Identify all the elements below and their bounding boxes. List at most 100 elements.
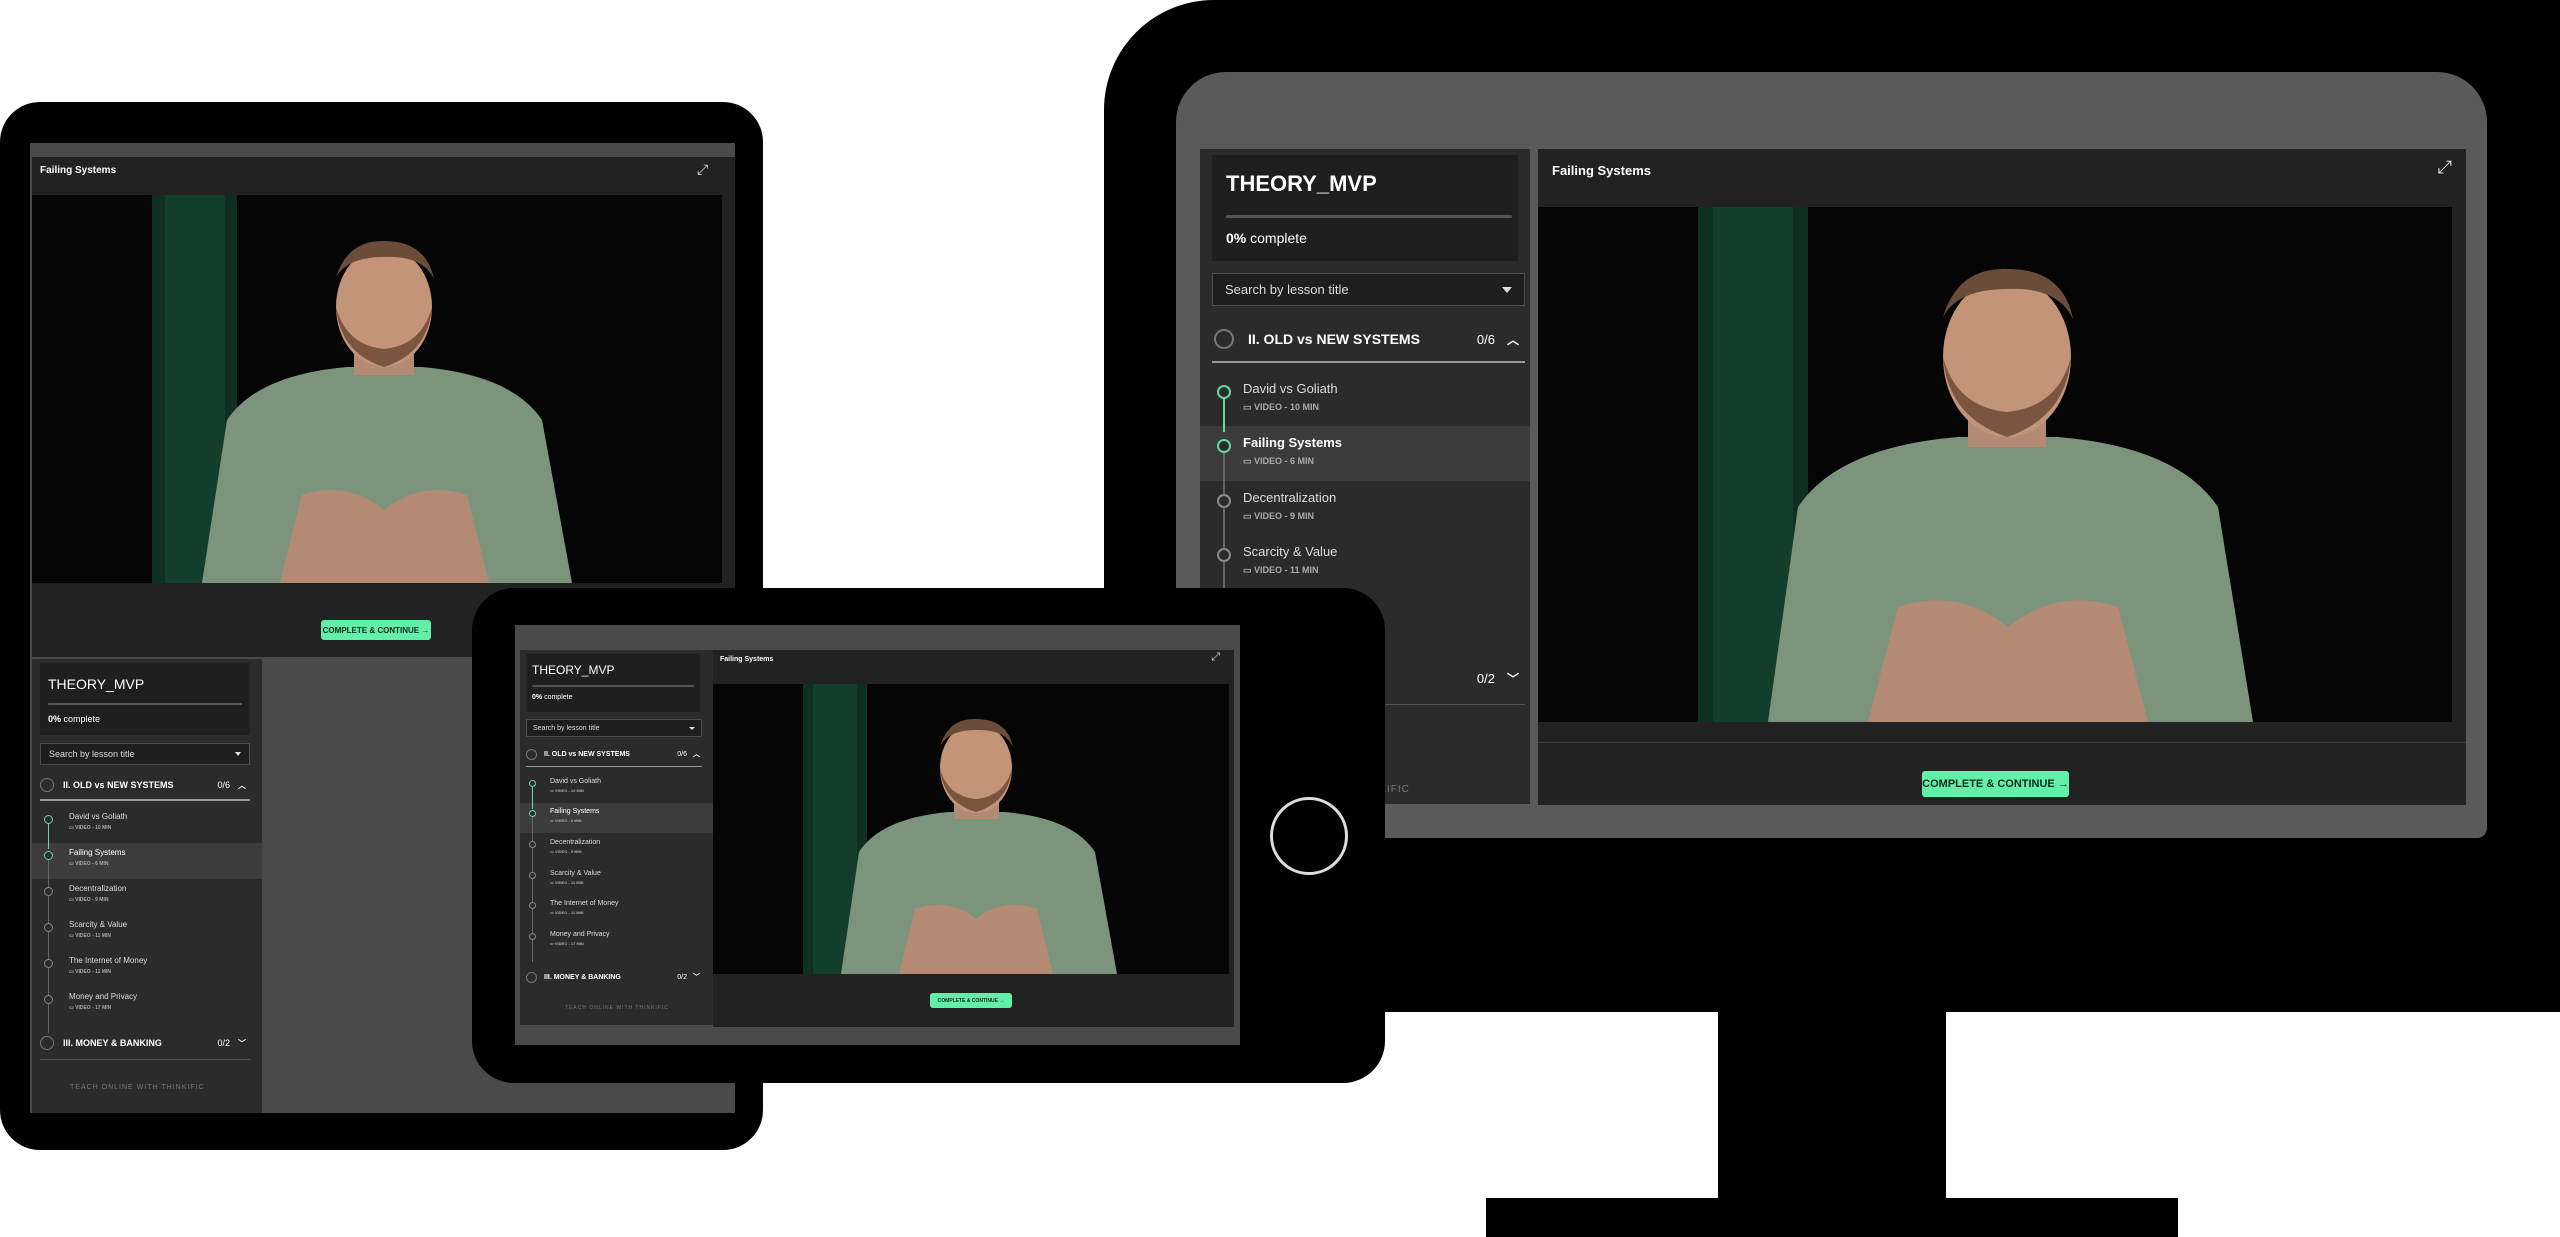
lesson-meta-text: VIDEO - 6 MIN: [1254, 456, 1315, 466]
lesson-search-dropdown[interactable]: Search by lesson title: [526, 719, 702, 737]
chapter-header-old-vs-new[interactable]: II. OLD vs NEW SYSTEMS 0/6 ︿: [526, 745, 702, 763]
chapter-title: II. OLD vs NEW SYSTEMS: [544, 750, 630, 758]
lesson-item[interactable]: Decentralization ▭ VIDEO - 9 MIN: [69, 884, 126, 903]
lesson-status-dot: [529, 841, 536, 848]
chapter-title: III. MONEY & BANKING: [63, 1038, 162, 1048]
chapter-count: 0/2: [677, 973, 687, 981]
lesson-meta-text: VIDEO - 9 MIN: [1254, 511, 1315, 521]
lesson-status-dot: [529, 902, 536, 909]
progress-label: complete: [63, 714, 101, 724]
progress-text: 0% complete: [532, 694, 572, 701]
lesson-title-bar: Failing Systems: [1552, 163, 1651, 178]
lesson-search-dropdown[interactable]: Search by lesson title: [1212, 273, 1525, 306]
chapter-divider: [526, 766, 702, 767]
chevron-up-icon[interactable]: ︿: [1507, 331, 1519, 348]
active-lesson-highlight: [520, 803, 713, 833]
chapter-header-money-banking[interactable]: III. MONEY & BANKING 0/2 ﹀: [526, 968, 702, 986]
lesson-item[interactable]: David vs Goliath ▭ VIDEO - 10 MIN: [69, 812, 127, 831]
footer-branding[interactable]: TEACH ONLINE WITH THINKIFIC: [70, 1084, 205, 1091]
phone-screen: THEORY_MVP 0% complete Search by lesson …: [515, 625, 1240, 1045]
active-lesson-highlight: [32, 843, 262, 879]
lesson-item-active[interactable]: Failing Systems ▭ VIDEO - 6 MIN: [1243, 435, 1342, 467]
lesson-meta: ▭ VIDEO - 6 MIN: [550, 818, 582, 823]
course-title: THEORY_MVP: [532, 663, 615, 677]
lesson-meta: ▭ VIDEO - 11 MIN: [1243, 565, 1319, 575]
lesson-meta: ▭ VIDEO - 9 MIN: [1243, 511, 1315, 521]
lesson-item[interactable]: David vs Goliath ▭ VIDEO - 10 MIN: [550, 778, 601, 793]
lesson-meta-text: VIDEO - 17 MIN: [554, 941, 584, 946]
lesson-item[interactable]: Scarcity & Value ▭ VIDEO - 11 MIN: [1243, 544, 1337, 576]
video-frame[interactable]: [713, 684, 1229, 974]
lesson-meta-text: VIDEO - 9 MIN: [75, 897, 109, 903]
video-still: [32, 195, 722, 583]
expand-icon[interactable]: ⤢: [1211, 651, 1220, 664]
lesson-meta-text: VIDEO - 11 MIN: [75, 969, 111, 975]
home-button[interactable]: [1270, 797, 1348, 875]
lesson-item[interactable]: Decentralization ▭ VIDEO - 9 MIN: [1243, 490, 1336, 522]
progress-percent: 0%: [1226, 230, 1247, 246]
lesson-status-dot: [1217, 494, 1231, 508]
lesson-item-active[interactable]: Failing Systems ▭ VIDEO - 6 MIN: [550, 808, 599, 823]
lesson-meta: ▭ VIDEO - 10 MIN: [550, 788, 584, 793]
lesson-item[interactable]: David vs Goliath ▭ VIDEO - 10 MIN: [1243, 381, 1338, 413]
chevron-up-icon[interactable]: ︿: [238, 780, 246, 791]
chapter-status-circle: [1214, 329, 1234, 349]
lesson-search-dropdown[interactable]: Search by lesson title: [40, 743, 250, 765]
chapter-header-old-vs-new[interactable]: II. OLD vs NEW SYSTEMS 0/6 ︿: [1212, 322, 1525, 356]
lesson-meta-text: VIDEO - 6 MIN: [75, 861, 109, 867]
lesson-item[interactable]: The Internet of Money ▭ VIDEO - 11 MIN: [69, 956, 147, 975]
chapter-count: 0/6: [677, 750, 687, 758]
lesson-status-dot: [44, 887, 53, 896]
chevron-up-icon[interactable]: ︿: [693, 749, 700, 759]
lesson-meta-text: VIDEO - 11 MIN: [554, 910, 584, 915]
lesson-item[interactable]: Money and Privacy ▭ VIDEO - 17 MIN: [550, 931, 610, 946]
footer-branding[interactable]: TEACH ONLINE WITH THINKIFIC: [565, 1005, 669, 1011]
expand-icon[interactable]: ⤢: [2438, 157, 2452, 178]
progress-bar: [48, 703, 242, 705]
video-still: [713, 684, 1229, 974]
lesson-title: Scarcity & Value: [550, 870, 601, 877]
lesson-player: Failing Systems ⤢: [32, 157, 735, 613]
course-title: THEORY_MVP: [1226, 171, 1377, 196]
lesson-title: Failing Systems: [69, 848, 126, 857]
search-placeholder: Search by lesson title: [1225, 282, 1349, 297]
chapter-status-circle: [40, 778, 54, 792]
chapter-header-money-banking[interactable]: III. MONEY & BANKING 0/2 ﹀: [40, 1032, 250, 1054]
chapter-count: 0/2: [1476, 670, 1495, 686]
complete-continue-button[interactable]: COMPLETE & CONTINUE →: [321, 620, 431, 640]
video-frame[interactable]: [1538, 207, 2452, 722]
chevron-down-icon: [1502, 286, 1512, 293]
lesson-status-dot: [44, 923, 53, 932]
player-footer-divider: [1538, 742, 2466, 743]
footer-text: TEACH ONLINE WITH THINKIFIC: [70, 1084, 205, 1091]
progress-label: complete: [1250, 230, 1307, 246]
search-placeholder: Search by lesson title: [533, 724, 600, 732]
video-still: [1538, 207, 2452, 722]
lesson-item[interactable]: The Internet of Money ▭ VIDEO - 11 MIN: [550, 900, 618, 915]
lesson-meta: ▭ VIDEO - 17 MIN: [69, 1005, 112, 1011]
complete-continue-button[interactable]: COMPLETE & CONTINUE →: [930, 993, 1012, 1008]
lesson-item[interactable]: Decentralization ▭ VIDEO - 9 MIN: [550, 839, 600, 854]
video-frame[interactable]: [32, 195, 722, 583]
course-header-card: THEORY_MVP 0% complete: [40, 663, 250, 735]
lesson-item[interactable]: Scarcity & Value ▭ VIDEO - 11 MIN: [550, 870, 601, 885]
lesson-item[interactable]: Money and Privacy ▭ VIDEO - 17 MIN: [69, 992, 137, 1011]
chapter-divider: [40, 1059, 250, 1060]
lesson-status-dot: [1217, 548, 1231, 562]
search-placeholder: Search by lesson title: [49, 749, 135, 759]
chevron-down-icon[interactable]: ﹀: [1507, 670, 1519, 687]
progress-text: 0% complete: [1226, 230, 1307, 246]
chevron-down-icon[interactable]: ﹀: [238, 1038, 246, 1049]
lesson-meta: ▭ VIDEO - 11 MIN: [69, 933, 111, 939]
lesson-title-bar: Failing Systems: [720, 656, 774, 663]
chevron-down-icon[interactable]: ﹀: [693, 972, 700, 982]
lesson-item[interactable]: Scarcity & Value ▭ VIDEO - 11 MIN: [69, 920, 127, 939]
expand-icon[interactable]: ⤢: [697, 161, 708, 178]
lesson-item-active[interactable]: Failing Systems ▭ VIDEO - 6 MIN: [69, 848, 125, 867]
monitor-stand-base: [1486, 1198, 2178, 1237]
lesson-meta-text: VIDEO - 10 MIN: [1254, 402, 1320, 412]
lesson-meta: ▭ VIDEO - 10 MIN: [69, 825, 112, 831]
lesson-title: The Internet of Money: [69, 956, 148, 965]
chapter-header-old-vs-new[interactable]: II. OLD vs NEW SYSTEMS 0/6 ︿: [40, 774, 250, 796]
complete-continue-button[interactable]: COMPLETE & CONTINUE →: [1922, 771, 2069, 797]
